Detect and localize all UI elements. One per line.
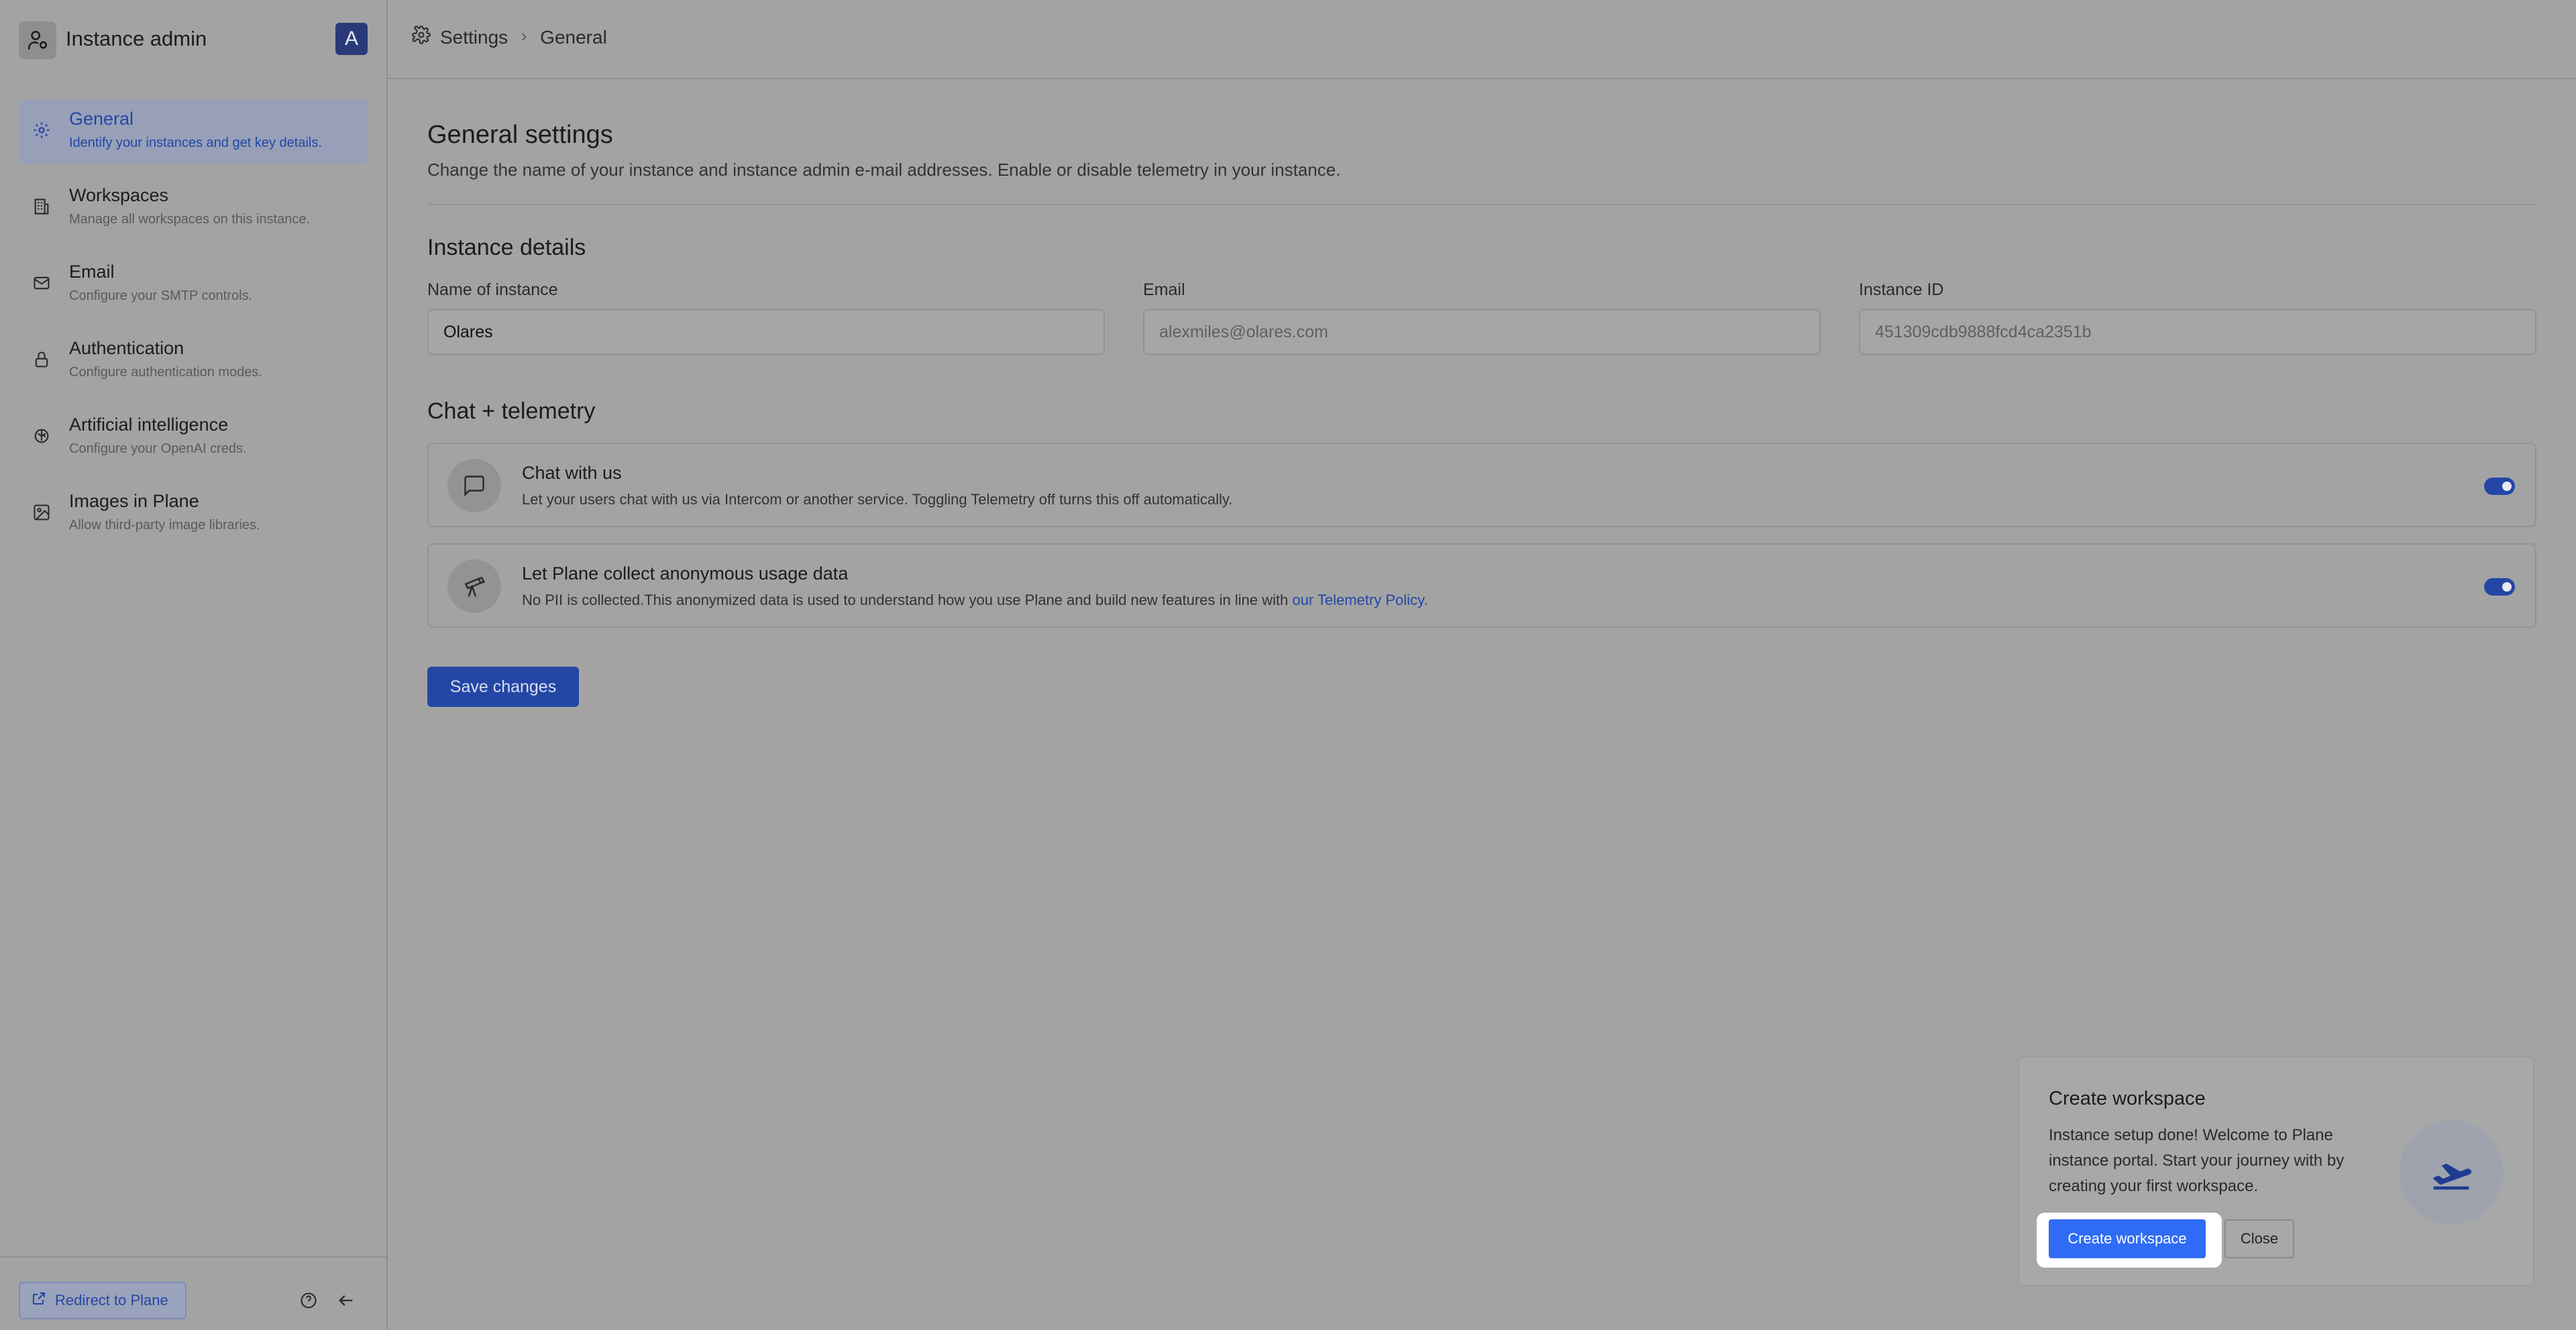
create-workspace-button[interactable]: Create workspace [2049,1219,2206,1258]
sidebar-item-label: Workspaces [69,185,169,205]
avatar[interactable]: A [335,23,368,55]
image-icon [31,502,52,523]
instance-id-field: Instance ID 451309cdb9888fcd4ca2351b [1859,280,2536,355]
mail-icon [31,272,52,294]
arrow-left-icon[interactable] [335,1291,357,1313]
sidebar-item-label: General [69,109,134,129]
card-description: No PII is collected.This anonymized data… [522,592,1428,609]
help-icon[interactable] [299,1291,318,1313]
breadcrumb-settings[interactable]: Settings [440,27,508,48]
user-cog-icon [19,21,56,59]
sidebar-item-label: Artificial intelligence [69,414,229,435]
chevron-right-icon [517,27,531,48]
sidebar-title: Instance admin [66,27,207,50]
sidebar-item-description: Allow third-party image libraries. [69,518,260,533]
divider [427,204,2536,205]
sidebar-header: Instance admin A [19,20,368,59]
message-square-icon [447,459,501,512]
email-input[interactable]: alexmiles@olares.com [1143,309,1821,355]
page-description: Change the name of your instance and ins… [427,160,1341,180]
sidebar-nav: General Identify your instances and get … [19,99,368,558]
sidebar-footer: Redirect to Plane [0,1256,388,1330]
telescope-icon [447,559,501,613]
plane-takeoff-icon [2399,1120,2504,1225]
telemetry-toggle[interactable] [2484,578,2515,596]
card-title: Let Plane collect anonymous usage data [522,563,849,584]
sidebar-item-label: Email [69,262,115,282]
instance-name-label: Name of instance [427,280,558,299]
instance-name-field: Name of instance Olares [427,280,1105,355]
sidebar-item-description: Configure your SMTP controls. [69,288,253,303]
sidebar-item-images-in-plane[interactable]: Images in Plane Allow third-party image … [19,482,368,546]
redirect-to-plane-button[interactable]: Redirect to Plane [19,1282,186,1319]
sidebar-item-email[interactable]: Email Configure your SMTP controls. [19,252,368,317]
sidebar-item-artificial-intelligence[interactable]: Artificial intelligence Configure your O… [19,405,368,469]
card-title: Chat with us [522,463,622,483]
sidebar-item-description: Configure your OpenAI creds. [69,441,247,456]
lock-icon [31,349,52,370]
external-link-icon [31,1290,47,1311]
card-description: Let your users chat with us via Intercom… [522,491,1233,508]
telemetry-description-text: No PII is collected.This anonymized data… [522,592,1293,608]
breadcrumb: Settings General [412,25,607,49]
sidebar-item-description: Identify your instances and get key deta… [69,135,322,150]
chat-with-us-card: Chat with us Let your users chat with us… [427,443,2536,527]
telemetry-card: Let Plane collect anonymous usage data N… [427,543,2536,628]
instance-details-heading: Instance details [427,235,586,260]
instance-name-input[interactable]: Olares [427,309,1105,355]
instance-id-input[interactable]: 451309cdb9888fcd4ca2351b [1859,309,2536,355]
sidebar-item-description: Configure authentication modes. [69,365,262,380]
sidebar-item-description: Manage all workspaces on this instance. [69,212,311,227]
sidebar-item-label: Images in Plane [69,491,199,511]
telemetry-policy-link[interactable]: our Telemetry Policy. [1292,592,1428,608]
page-title: General settings [427,121,613,149]
sidebar-item-general[interactable]: General Identify your instances and get … [19,99,368,164]
openai-icon [31,425,52,447]
gear-icon [31,119,52,141]
popup-title: Create workspace [2049,1088,2206,1109]
sidebar-item-label: Authentication [69,338,184,358]
chat-toggle[interactable] [2484,478,2515,495]
close-button[interactable]: Close [2224,1219,2294,1258]
email-label: Email [1143,280,1185,299]
sidebar-item-authentication[interactable]: Authentication Configure authentication … [19,329,368,393]
instance-id-label: Instance ID [1859,280,1944,299]
breadcrumb-general: General [540,26,607,48]
building-icon [31,196,52,217]
redirect-label: Redirect to Plane [55,1292,168,1309]
chat-telemetry-heading: Chat + telemetry [427,398,596,424]
popup-body: Instance setup done! Welcome to Plane in… [2049,1126,2345,1195]
sidebar-item-workspaces[interactable]: Workspaces Manage all workspaces on this… [19,176,368,240]
gear-icon [412,25,431,49]
top-bar: Settings General [388,0,2576,79]
email-field: Email alexmiles@olares.com [1143,280,1821,355]
save-changes-button[interactable]: Save changes [427,667,579,707]
sidebar: Instance admin A General Identify your i… [0,0,388,1330]
create-workspace-popup: Create workspace Instance setup done! We… [2018,1056,2534,1286]
